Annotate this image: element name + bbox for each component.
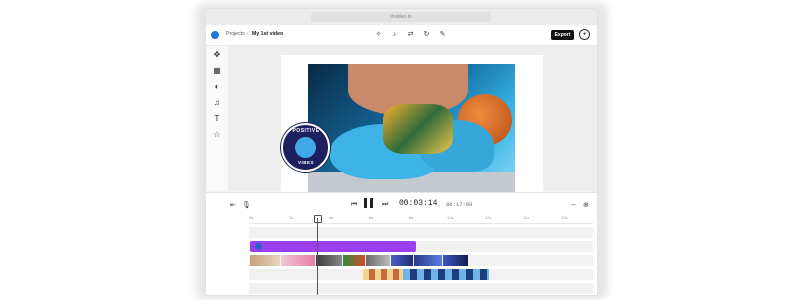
video-clip[interactable]	[414, 255, 442, 266]
swap-icon[interactable]: ⇄	[406, 30, 415, 39]
left-toolbar: ✥ ▦ ◐ ♫ T ☆	[206, 46, 228, 191]
volume-icon[interactable]: ♪	[390, 30, 399, 39]
video-clip[interactable]	[403, 269, 489, 280]
playhead-line[interactable]	[317, 218, 318, 295]
ruler-tick: 12s	[485, 215, 492, 220]
editor-topbar: Projects / My 1st video ✧ ♪ ⇄ ↻ ✎ Export…	[206, 25, 597, 46]
smiley-icon	[295, 137, 316, 158]
video-canvas[interactable]: POSITIVE VIBES	[281, 55, 543, 197]
video-frame	[308, 64, 515, 193]
project-title[interactable]: My 1st video	[252, 31, 283, 37]
breadcrumb-projects[interactable]: Projects	[226, 31, 245, 37]
positive-vibes-sticker[interactable]: POSITIVE VIBES	[281, 123, 330, 172]
skip-back-icon[interactable]: ⏮	[351, 201, 357, 209]
fit-icon[interactable]: ↔	[570, 201, 577, 208]
media-icon[interactable]: ▦	[211, 65, 223, 77]
text-icon[interactable]: T	[211, 113, 223, 125]
ruler-tick: 4s	[329, 215, 334, 220]
colorful-laces	[383, 104, 453, 154]
time-ruler[interactable]: 0s 2s 4s 6s 8s 10s 12s 14s 16s	[249, 215, 593, 224]
zoom-icon[interactable]: ⊕	[583, 201, 589, 209]
pause-button[interactable]	[364, 198, 374, 208]
current-time: 00:03:14	[399, 199, 438, 208]
timeline-track	[249, 283, 593, 294]
sticker-bottom-text: VIBES	[297, 160, 314, 165]
star-icon[interactable]: ☆	[211, 129, 223, 141]
magic-edit-icon[interactable]: ✧	[374, 30, 383, 39]
music-icon[interactable]: ♫	[211, 97, 223, 109]
breadcrumb-separator: /	[247, 31, 249, 37]
account-icon[interactable]: ●	[579, 29, 590, 40]
total-duration: 00:17:00	[446, 201, 473, 208]
skip-forward-icon[interactable]: ⏭	[382, 201, 388, 209]
timeline-track	[249, 227, 593, 238]
ruler-tick: 0s	[249, 215, 254, 220]
ruler-tick: 10s	[447, 215, 454, 220]
preview-stage: POSITIVE VIBES	[228, 46, 597, 197]
ruler-tick: 14s	[523, 215, 530, 220]
sticker-icon[interactable]: ◐	[211, 81, 223, 93]
video-clip[interactable]	[250, 255, 280, 266]
export-button[interactable]: Export	[551, 30, 574, 40]
split-icon[interactable]: ⇤	[230, 201, 236, 209]
video-clip[interactable]	[391, 255, 413, 266]
microphone-icon[interactable]: 🎙	[242, 201, 251, 209]
video-clip[interactable]	[363, 269, 403, 280]
video-clip[interactable]	[281, 255, 315, 266]
ruler-tick: 6s	[369, 215, 374, 220]
refresh-icon[interactable]: ↻	[422, 30, 431, 39]
eyedropper-icon[interactable]: ✎	[438, 30, 447, 39]
video-clip[interactable]	[443, 255, 468, 266]
playhead-handle[interactable]	[314, 215, 322, 223]
video-clip[interactable]	[316, 255, 342, 266]
move-icon[interactable]: ✥	[211, 49, 223, 61]
browser-titlebar: invideo.io	[206, 9, 597, 25]
audio-badge-icon	[255, 243, 262, 250]
address-bar[interactable]: invideo.io	[311, 12, 491, 22]
ruler-tick: 16s	[561, 215, 568, 220]
timeline-panel: ⇤ 🎙 ⏮ ⏭ 00:03:14 00:17:00 ↔ ⊕ 0s 2s 4s 6…	[206, 192, 597, 295]
video-clip[interactable]	[366, 255, 390, 266]
ruler-tick: 2s	[289, 215, 294, 220]
ruler-tick: 8s	[409, 215, 414, 220]
sticker-top-text: POSITIVE	[292, 128, 320, 134]
app-window: invideo.io Projects / My 1st video ✧ ♪ ⇄…	[205, 8, 598, 296]
video-clip[interactable]	[343, 255, 365, 266]
audio-clip[interactable]	[250, 241, 416, 252]
invideo-logo-icon[interactable]	[211, 31, 219, 39]
